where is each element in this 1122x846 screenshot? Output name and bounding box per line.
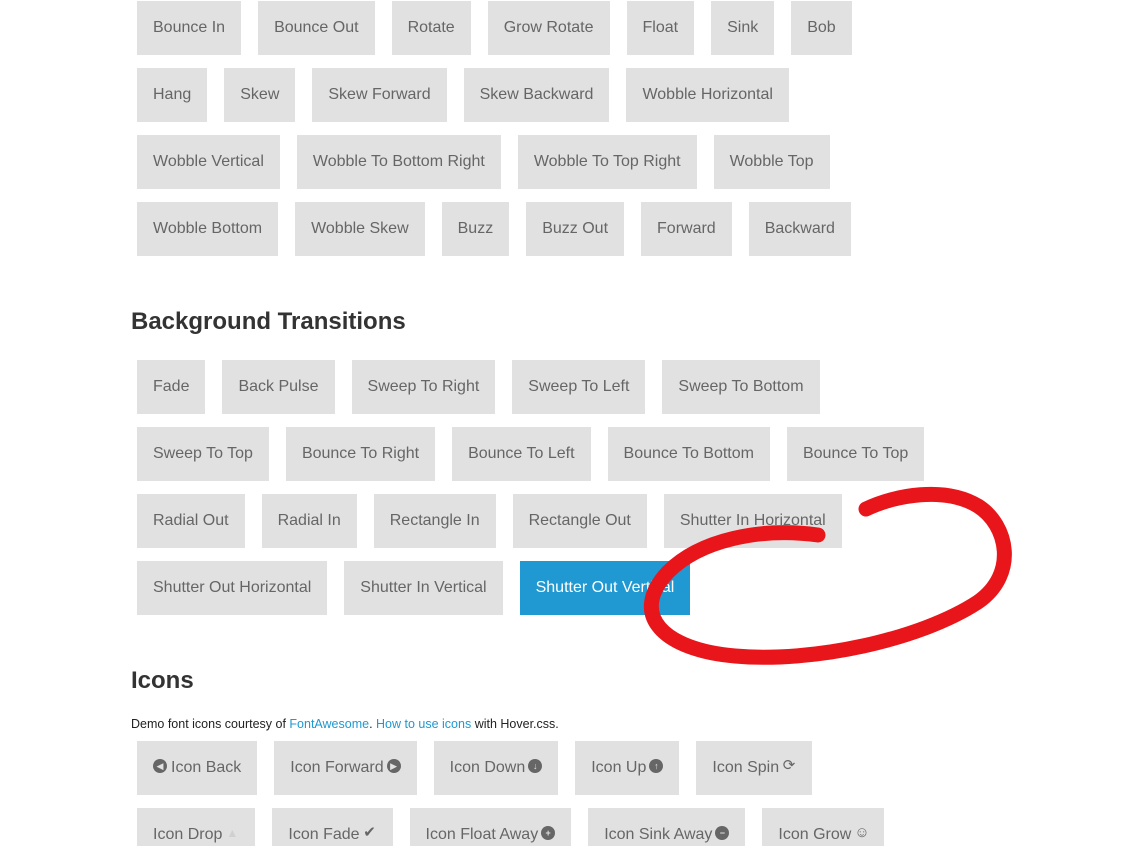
background-transitions-heading: Background Transitions	[131, 308, 406, 335]
rectangle-out-button[interactable]: Rectangle Out	[512, 494, 647, 548]
icon-drop-button[interactable]: Icon Drop ▲	[137, 808, 256, 846]
intro-prefix: Demo font icons courtesy of	[131, 717, 290, 731]
icon-grow-button[interactable]: Icon Grow ☺	[762, 808, 885, 846]
rotate-button[interactable]: Rotate	[391, 1, 471, 55]
icon-sink-away-button[interactable]: Icon Sink Away −	[588, 808, 746, 846]
how-to-use-icons-link[interactable]: How to use icons	[376, 717, 471, 731]
button-label: Icon Spin	[712, 759, 780, 776]
skew-forward-button[interactable]: Skew Forward	[312, 68, 447, 122]
wobble-horizontal-button[interactable]: Wobble Horizontal	[626, 68, 789, 122]
icons-heading: Icons	[131, 667, 194, 694]
shutter-out-horizontal-button[interactable]: Shutter Out Horizontal	[137, 561, 328, 615]
intro-suffix: with Hover.css.	[471, 717, 559, 731]
float-button[interactable]: Float	[626, 1, 695, 55]
rectangle-in-button[interactable]: Rectangle In	[373, 494, 496, 548]
button-label: Icon Grow	[778, 826, 852, 843]
intro-middle: .	[369, 717, 377, 731]
arrow-circle-up-icon: ↑	[649, 759, 664, 774]
button-label: Icon Up	[591, 759, 647, 776]
wobble-bottom-button[interactable]: Wobble Bottom	[137, 202, 279, 256]
shutter-out-vertical-button[interactable]: Shutter Out Vertical	[519, 561, 691, 615]
buzz-out-button[interactable]: Buzz Out	[526, 202, 625, 256]
button-label: Icon Forward	[290, 759, 384, 776]
bounce-out-button[interactable]: Bounce Out	[258, 1, 375, 55]
arrow-circle-down-icon: ↓	[528, 759, 543, 774]
icon-spin-button[interactable]: Icon Spin ⟳	[696, 741, 813, 795]
refresh-icon: ⟳	[782, 757, 796, 775]
button-label: Icon Back	[171, 759, 242, 776]
icon-float-away-button[interactable]: Icon Float Away +	[409, 808, 572, 846]
radial-in-button[interactable]: Radial In	[261, 494, 357, 548]
hover-css-demo-page: Bounce In Bounce Out Rotate Grow Rotate Floa…	[0, 0, 1122, 846]
fade-button[interactable]: Fade	[137, 360, 206, 414]
bounce-in-button[interactable]: Bounce In	[137, 1, 242, 55]
buzz-button[interactable]: Buzz	[441, 202, 510, 256]
grow-rotate-button[interactable]: Grow Rotate	[487, 1, 610, 55]
icon-up-button[interactable]: Icon Up ↑	[575, 741, 680, 795]
shutter-in-horizontal-button[interactable]: Shutter In Horizontal	[663, 494, 842, 548]
button-label: Icon Drop	[153, 826, 223, 843]
wobble-top-button[interactable]: Wobble Top	[713, 135, 830, 189]
background-transitions-button-group: Fade Back Pulse Sweep To Right Sweep To Lef…	[137, 360, 937, 615]
button-label: Icon Sink Away	[604, 826, 713, 843]
button-label: Icon Down	[449, 759, 526, 776]
backward-button[interactable]: Backward	[748, 202, 851, 256]
chevron-circle-right-icon: ▶	[386, 759, 401, 774]
button-label: Icon Fade	[288, 826, 360, 843]
radial-out-button[interactable]: Radial Out	[137, 494, 245, 548]
tint-icon: ▲	[226, 826, 239, 841]
sweep-to-right-button[interactable]: Sweep To Right	[351, 360, 496, 414]
hang-button[interactable]: Hang	[137, 68, 208, 122]
shutter-in-vertical-button[interactable]: Shutter In Vertical	[344, 561, 503, 615]
icons-button-group: ◀ Icon Back Icon Forward ▶ Icon Down ↓ Icon Up…	[137, 741, 937, 846]
sink-button[interactable]: Sink	[711, 1, 775, 55]
plus-circle-icon: +	[541, 826, 556, 841]
icons-intro-text: Demo font icons courtesy of FontAwesome.…	[131, 716, 559, 732]
sweep-to-top-button[interactable]: Sweep To Top	[137, 427, 269, 481]
icon-forward-button[interactable]: Icon Forward ▶	[274, 741, 417, 795]
sweep-to-bottom-button[interactable]: Sweep To Bottom	[662, 360, 820, 414]
button-label: Icon Float Away	[425, 826, 539, 843]
skew-button[interactable]: Skew	[224, 68, 296, 122]
chevron-circle-left-icon: ◀	[153, 759, 167, 774]
wobble-to-bottom-right-button[interactable]: Wobble To Bottom Right	[296, 135, 501, 189]
sweep-to-left-button[interactable]: Sweep To Left	[512, 360, 646, 414]
wobble-to-top-right-button[interactable]: Wobble To Top Right	[517, 135, 697, 189]
bounce-to-left-button[interactable]: Bounce To Left	[452, 427, 591, 481]
icon-fade-button[interactable]: Icon Fade ✔	[272, 808, 393, 846]
icon-down-button[interactable]: Icon Down ↓	[433, 741, 559, 795]
wobble-vertical-button[interactable]: Wobble Vertical	[137, 135, 280, 189]
bounce-to-bottom-button[interactable]: Bounce To Bottom	[607, 427, 770, 481]
check-icon: ✔	[363, 824, 376, 842]
bounce-to-top-button[interactable]: Bounce To Top	[786, 427, 925, 481]
minus-circle-icon: −	[715, 826, 730, 841]
fontawesome-link[interactable]: FontAwesome	[289, 717, 369, 731]
transitions-2d-button-group: Bounce In Bounce Out Rotate Grow Rotate Floa…	[137, 1, 937, 256]
bob-button[interactable]: Bob	[791, 1, 852, 55]
back-pulse-button[interactable]: Back Pulse	[222, 360, 335, 414]
forward-button[interactable]: Forward	[641, 202, 732, 256]
bounce-to-right-button[interactable]: Bounce To Right	[285, 427, 436, 481]
wobble-skew-button[interactable]: Wobble Skew	[295, 202, 425, 256]
icon-back-button[interactable]: ◀ Icon Back	[137, 741, 258, 795]
skew-backward-button[interactable]: Skew Backward	[463, 68, 610, 122]
smile-icon: ☺	[854, 824, 870, 842]
